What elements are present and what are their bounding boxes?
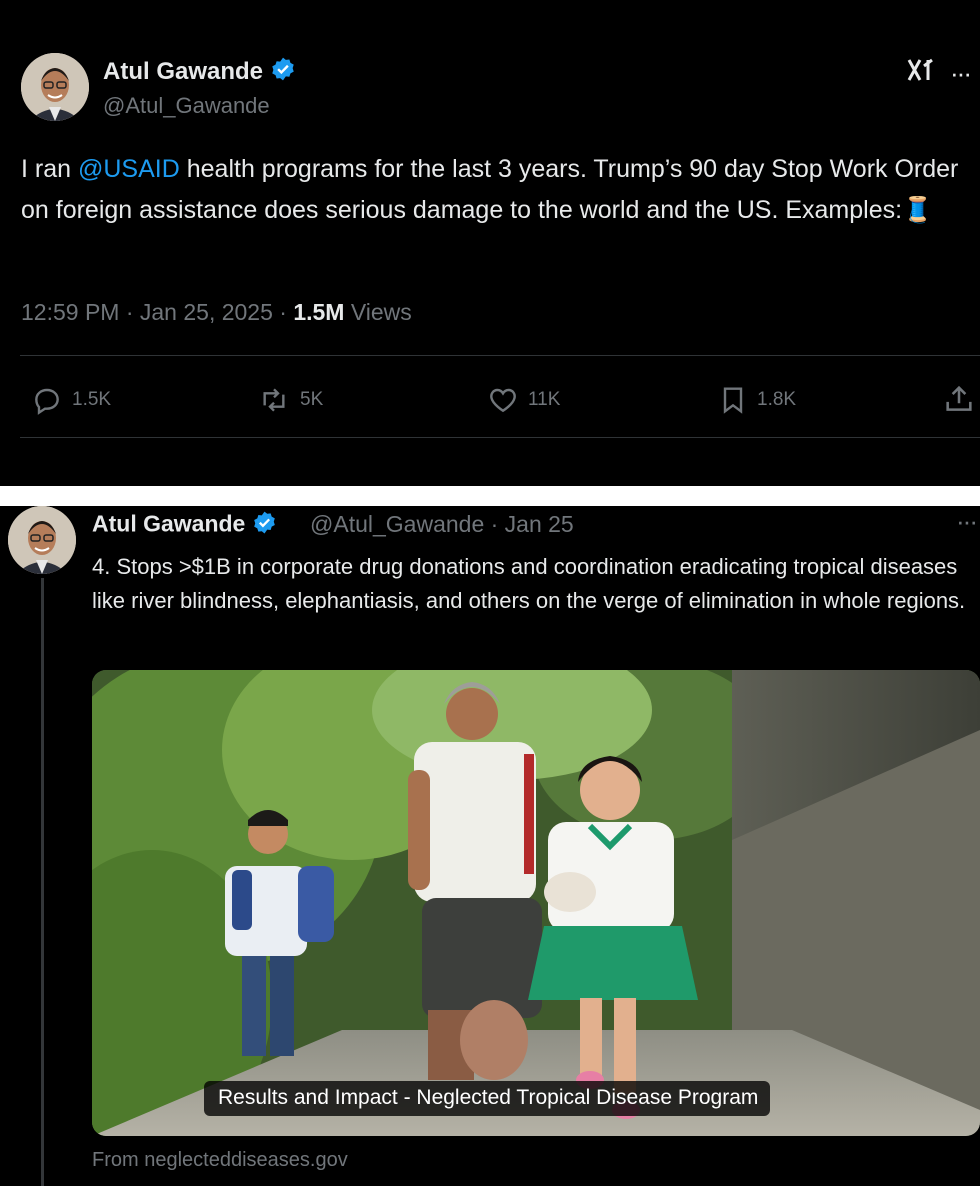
bookmark-button[interactable]: 1.8K xyxy=(717,384,796,416)
reply-count: 1.5K xyxy=(72,389,112,410)
divider-top xyxy=(20,355,980,356)
share-button[interactable] xyxy=(942,382,976,416)
tweet-text: I ran @USAID health programs for the las… xyxy=(21,149,971,231)
author-name-text[interactable]: Atul Gawande xyxy=(103,58,263,85)
like-count: 11K xyxy=(528,389,561,410)
views-label: Views xyxy=(344,299,412,325)
views-count: 1.5M xyxy=(293,299,345,325)
verified-badge-icon xyxy=(270,56,296,89)
bookmark-count: 1.8K xyxy=(757,389,797,410)
author-handle-date[interactable]: @Atul_Gawande · Jan 25 xyxy=(310,511,574,538)
media-image xyxy=(92,670,980,1136)
screenshot-separator xyxy=(0,486,980,506)
share-icon xyxy=(942,382,976,416)
tweet-panel-reply: Atul Gawande @Atul_Gawande · Jan 25 ··· … xyxy=(0,506,980,1186)
thread-emoji: 🧵 xyxy=(902,196,934,224)
heart-icon xyxy=(486,384,520,416)
mention-link[interactable]: @USAID xyxy=(78,155,180,183)
author-name[interactable]: Atul Gawande xyxy=(92,510,277,541)
author-name-text[interactable]: Atul Gawande xyxy=(92,511,245,537)
author-handle[interactable]: @Atul_Gawande xyxy=(103,93,270,119)
x-grok-icon[interactable] xyxy=(906,56,936,91)
tweet-panel-main: Atul Gawande @Atul_Gawande ··· I ran @US… xyxy=(0,0,980,486)
repost-button[interactable]: 5K xyxy=(256,384,323,416)
top-actions: ··· xyxy=(906,56,972,91)
media-card[interactable]: Results and Impact - Neglected Tropical … xyxy=(92,670,980,1136)
avatar[interactable] xyxy=(21,53,89,121)
more-options-icon[interactable]: ··· xyxy=(950,58,972,89)
reply-button[interactable]: 1.5K xyxy=(30,384,111,416)
author-name[interactable]: Atul Gawande xyxy=(103,56,296,89)
repost-icon xyxy=(256,384,292,416)
media-caption: Results and Impact - Neglected Tropical … xyxy=(204,1081,771,1116)
tweet-meta: 12:59 PM · Jan 25, 2025 · 1.5M Views xyxy=(21,299,412,326)
like-button[interactable]: 11K xyxy=(486,384,560,416)
timestamp[interactable]: 12:59 PM · Jan 25, 2025 · xyxy=(21,299,293,325)
repost-count: 5K xyxy=(300,389,324,410)
divider-bottom xyxy=(20,437,980,438)
thread-line xyxy=(41,578,44,1186)
link-source[interactable]: From neglecteddiseases.gov xyxy=(92,1149,348,1172)
avatar[interactable] xyxy=(8,506,76,574)
tweet-text: 4. Stops >$1B in corporate drug donation… xyxy=(92,554,966,613)
reply-icon xyxy=(30,384,64,416)
verified-badge-icon xyxy=(252,510,277,541)
bookmark-icon xyxy=(717,384,749,416)
tweet-text-prefix: I ran xyxy=(21,155,78,183)
more-options-icon[interactable]: ··· xyxy=(956,506,978,537)
